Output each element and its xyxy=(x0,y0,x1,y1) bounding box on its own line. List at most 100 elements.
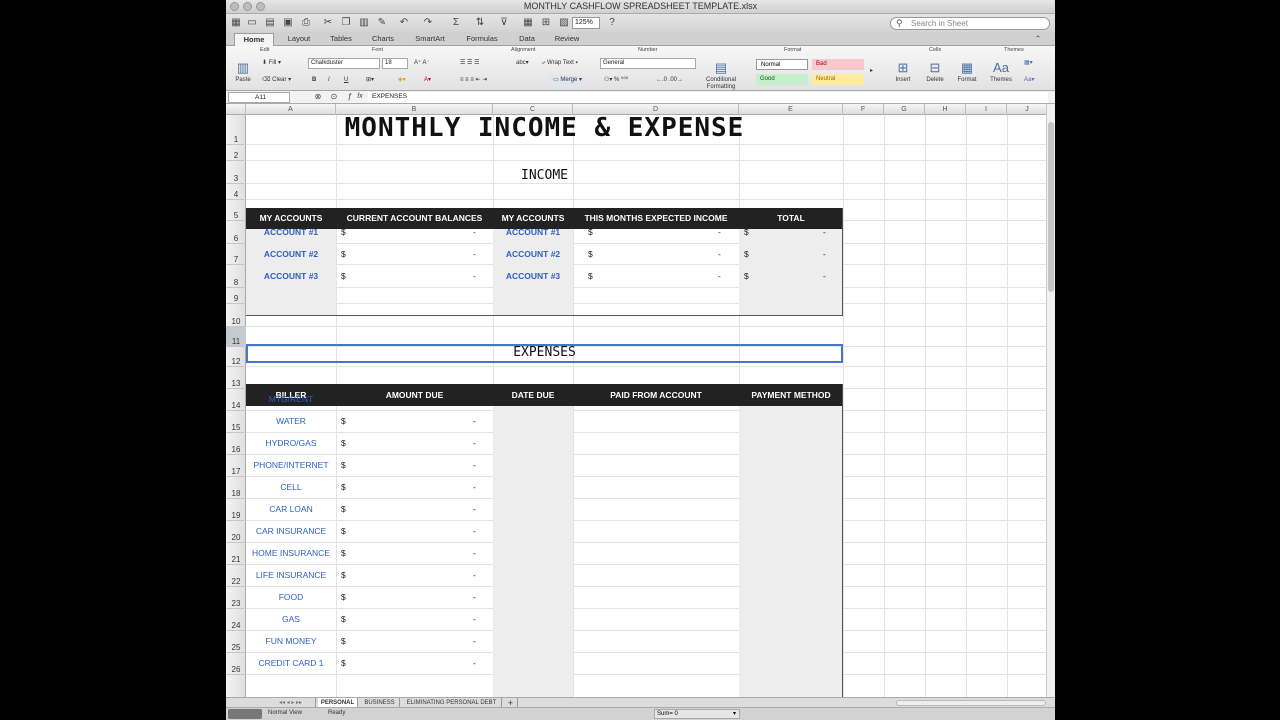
select-all-corner[interactable] xyxy=(226,104,246,115)
name-box[interactable]: A11 xyxy=(228,92,290,103)
font-size-select[interactable]: 18 xyxy=(382,58,408,69)
copy-icon[interactable]: ❐ xyxy=(340,17,352,29)
decimal-icon[interactable]: ←.0 .00→ xyxy=(656,75,683,86)
style-neutral[interactable]: Neutral xyxy=(812,74,864,85)
tab-home[interactable]: Home xyxy=(234,33,274,46)
row-header[interactable]: 3 xyxy=(226,161,246,184)
format-button[interactable]: ▦ Format xyxy=(952,59,982,89)
row-header[interactable]: 5 xyxy=(226,200,246,221)
row-header[interactable]: 9 xyxy=(226,288,246,304)
borders-icon[interactable]: ⊞▾ xyxy=(366,75,374,86)
font-color-icon[interactable]: A▾ xyxy=(424,75,431,86)
row-header[interactable]: 24 xyxy=(226,609,246,631)
row-header[interactable]: 14 xyxy=(226,389,246,411)
insert-button[interactable]: ⊞ Insert xyxy=(888,59,918,89)
autosum-icon[interactable]: Σ xyxy=(450,17,462,29)
clear-button[interactable]: ⌫ Clear ▾ xyxy=(262,75,291,86)
new-from-template-icon[interactable]: ▦ xyxy=(230,17,242,29)
delete-button[interactable]: ⊟ Delete xyxy=(920,59,950,89)
column-header[interactable]: I xyxy=(966,104,1007,115)
underline-button[interactable]: U xyxy=(344,75,348,86)
search-input[interactable]: ⚲ Search in Sheet xyxy=(890,17,1050,30)
toolbox-icon[interactable]: ⊞ xyxy=(540,17,552,29)
paste-button[interactable]: ▥ Paste xyxy=(228,59,258,89)
theme-fonts-icon[interactable]: Aa▾ xyxy=(1024,75,1034,86)
view-buttons-icon[interactable] xyxy=(228,709,262,719)
cut-icon[interactable]: ✂ xyxy=(322,17,334,29)
sum-select[interactable]: Sum= 0 ▾ xyxy=(654,709,740,719)
save-icon[interactable]: ▣ xyxy=(282,17,294,29)
fill-button[interactable]: ⬇ Fill ▾ xyxy=(262,58,281,69)
row-header[interactable]: 4 xyxy=(226,184,246,200)
column-header[interactable]: J xyxy=(1007,104,1046,115)
font-name-select[interactable]: Chalkduster xyxy=(308,58,380,69)
tab-review[interactable]: Review xyxy=(548,33,586,46)
themes-button[interactable]: Aa Themes xyxy=(986,59,1016,89)
row-header[interactable]: 12 xyxy=(226,347,246,367)
grow-font-icon[interactable]: A⁺ A⁻ xyxy=(414,58,430,69)
row-header[interactable]: 11 xyxy=(226,327,246,347)
print-icon[interactable]: ⎙ xyxy=(300,17,312,29)
row-header[interactable]: 8 xyxy=(226,265,246,288)
style-bad[interactable]: Bad xyxy=(812,59,864,70)
row-header[interactable]: 20 xyxy=(226,521,246,543)
orientation-icon[interactable]: abc▾ xyxy=(516,58,529,69)
column-header[interactable]: G xyxy=(884,104,925,115)
vertical-scrollbar[interactable] xyxy=(1046,104,1055,697)
new-icon[interactable]: ▭ xyxy=(246,17,258,29)
merge-button[interactable]: ▭ Merge ▾ xyxy=(550,75,586,86)
styles-more-icon[interactable]: ▸ xyxy=(870,66,873,77)
wrap-text-button[interactable]: ⤶ Wrap Text ▾ xyxy=(542,58,578,69)
tab-charts[interactable]: Charts xyxy=(366,33,400,46)
bold-button[interactable]: B xyxy=(312,75,316,86)
gallery-icon[interactable]: ▦ xyxy=(522,17,534,29)
align-left-icon[interactable]: ≡ ≡ ≡ ⇤ ⇥ xyxy=(460,75,487,86)
conditional-formatting-button[interactable]: ▤ Conditional Formatting xyxy=(702,59,740,90)
row-header[interactable]: 7 xyxy=(226,244,246,265)
undo-icon[interactable]: ↶ xyxy=(398,17,410,29)
row-header[interactable]: 1 xyxy=(226,115,246,145)
format-painter-icon[interactable]: ✎ xyxy=(376,17,388,29)
style-good[interactable]: Good xyxy=(756,74,808,85)
worksheet-grid[interactable]: A B C D E F G H I J 1 2 3 4 5 6 7 8 9 10 11 12 13 14 1… xyxy=(226,104,1046,697)
paste-icon[interactable]: ▥ xyxy=(358,17,370,29)
scrollbar-thumb[interactable] xyxy=(1048,122,1054,292)
tab-formulas[interactable]: Formulas xyxy=(460,33,504,46)
row-header[interactable]: 21 xyxy=(226,543,246,565)
media-icon[interactable]: ▨ xyxy=(558,17,570,29)
row-header[interactable]: 23 xyxy=(226,587,246,609)
row-header[interactable]: 26 xyxy=(226,653,246,675)
cancel-icon[interactable]: ⊗ xyxy=(312,91,324,103)
row-header[interactable]: 15 xyxy=(226,411,246,433)
row-header[interactable]: 18 xyxy=(226,477,246,499)
open-icon[interactable]: ▤ xyxy=(264,17,276,29)
style-normal[interactable]: Normal xyxy=(756,59,808,70)
horizontal-scrollbar[interactable] xyxy=(896,700,1046,706)
row-header[interactable]: 13 xyxy=(226,367,246,389)
tab-data[interactable]: Data xyxy=(512,33,542,46)
currency-icon[interactable]: ⚇▾ % ⁰⁰⁰ xyxy=(604,75,628,86)
number-format-select[interactable]: General xyxy=(600,58,696,69)
column-header[interactable]: H xyxy=(925,104,966,115)
formula-input[interactable]: EXPENSES xyxy=(368,92,1048,103)
zoom-select[interactable]: 125% xyxy=(572,17,600,29)
theme-colors-icon[interactable]: ▦▾ xyxy=(1024,58,1033,69)
redo-icon[interactable]: ↷ xyxy=(422,17,434,29)
row-header[interactable]: 10 xyxy=(226,304,246,327)
tab-tables[interactable]: Tables xyxy=(324,33,358,46)
row-header[interactable]: 6 xyxy=(226,221,246,244)
confirm-icon[interactable]: ⊙ xyxy=(328,91,340,103)
row-header[interactable]: 2 xyxy=(226,145,246,161)
row-header[interactable]: 25 xyxy=(226,631,246,653)
ribbon-collapse-icon[interactable]: ⌃ xyxy=(1026,33,1050,46)
help-icon[interactable]: ? xyxy=(606,17,618,29)
align-top-icon[interactable]: ☰ ☰ ☰ xyxy=(460,58,479,69)
row-header[interactable]: 17 xyxy=(226,455,246,477)
sort-icon[interactable]: ⇅ xyxy=(474,17,486,29)
fill-color-icon[interactable]: ◈▾ xyxy=(398,75,406,86)
row-header[interactable]: 19 xyxy=(226,499,246,521)
row-header[interactable]: 22 xyxy=(226,565,246,587)
tab-layout[interactable]: Layout xyxy=(282,33,316,46)
row-header[interactable]: 16 xyxy=(226,433,246,455)
filter-icon[interactable]: ⊽ xyxy=(498,17,510,29)
